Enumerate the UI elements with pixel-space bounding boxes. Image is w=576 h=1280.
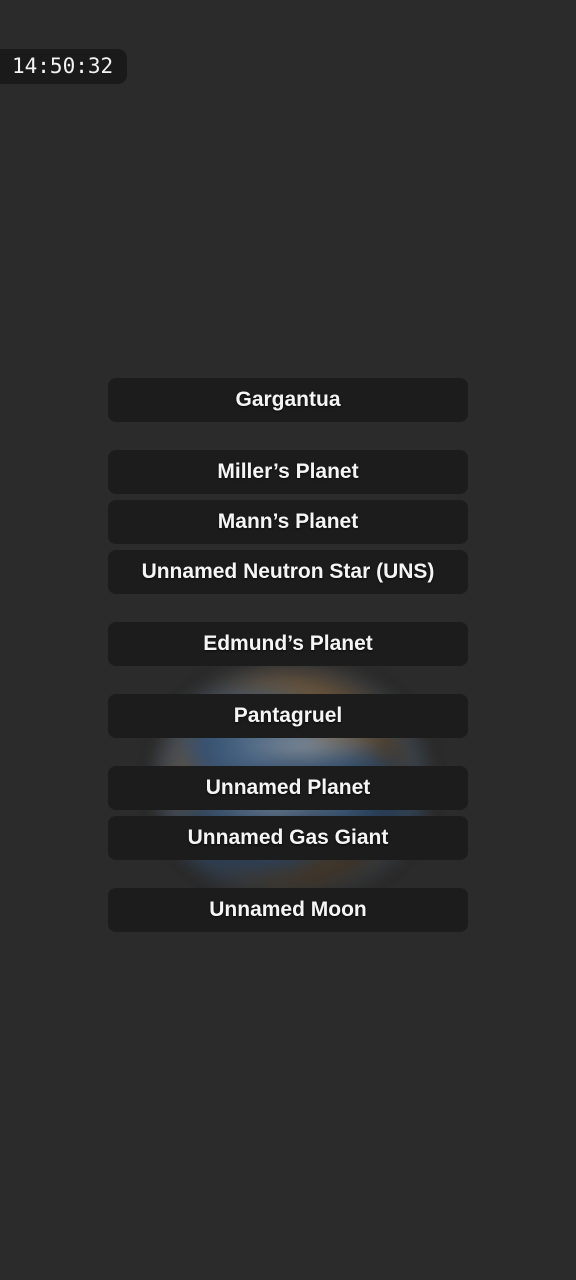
menu-button-unnamed-planet[interactable]: Unnamed Planet	[108, 766, 468, 810]
celestial-body-menu: Gargantua Miller’s Planet Mann’s Planet Unn…	[108, 378, 468, 932]
menu-button-pantagruel[interactable]: Pantagruel	[108, 694, 468, 738]
menu-button-unnamed-gas-giant[interactable]: Unnamed Gas Giant	[108, 816, 468, 860]
menu-button-unnamed-neutron-star-uns[interactable]: Unnamed Neutron Star (UNS)	[108, 550, 468, 594]
clock-time-text: 14:50:32	[12, 54, 114, 78]
menu-group: Miller’s Planet Mann’s Planet Unnamed Neut…	[108, 450, 468, 594]
menu-group: Unnamed Moon	[108, 888, 468, 932]
menu-button-unnamed-moon[interactable]: Unnamed Moon	[108, 888, 468, 932]
menu-group: Gargantua	[108, 378, 468, 422]
clock-badge: 14:50:32	[0, 49, 128, 84]
menu-group: Pantagruel	[108, 694, 468, 738]
menu-button-manns-planet[interactable]: Mann’s Planet	[108, 500, 468, 544]
menu-button-edmunds-planet[interactable]: Edmund’s Planet	[108, 622, 468, 666]
menu-group: Edmund’s Planet	[108, 622, 468, 666]
menu-button-gargantua[interactable]: Gargantua	[108, 378, 468, 422]
menu-button-millers-planet[interactable]: Miller’s Planet	[108, 450, 468, 494]
menu-group: Unnamed Planet Unnamed Gas Giant	[108, 766, 468, 860]
